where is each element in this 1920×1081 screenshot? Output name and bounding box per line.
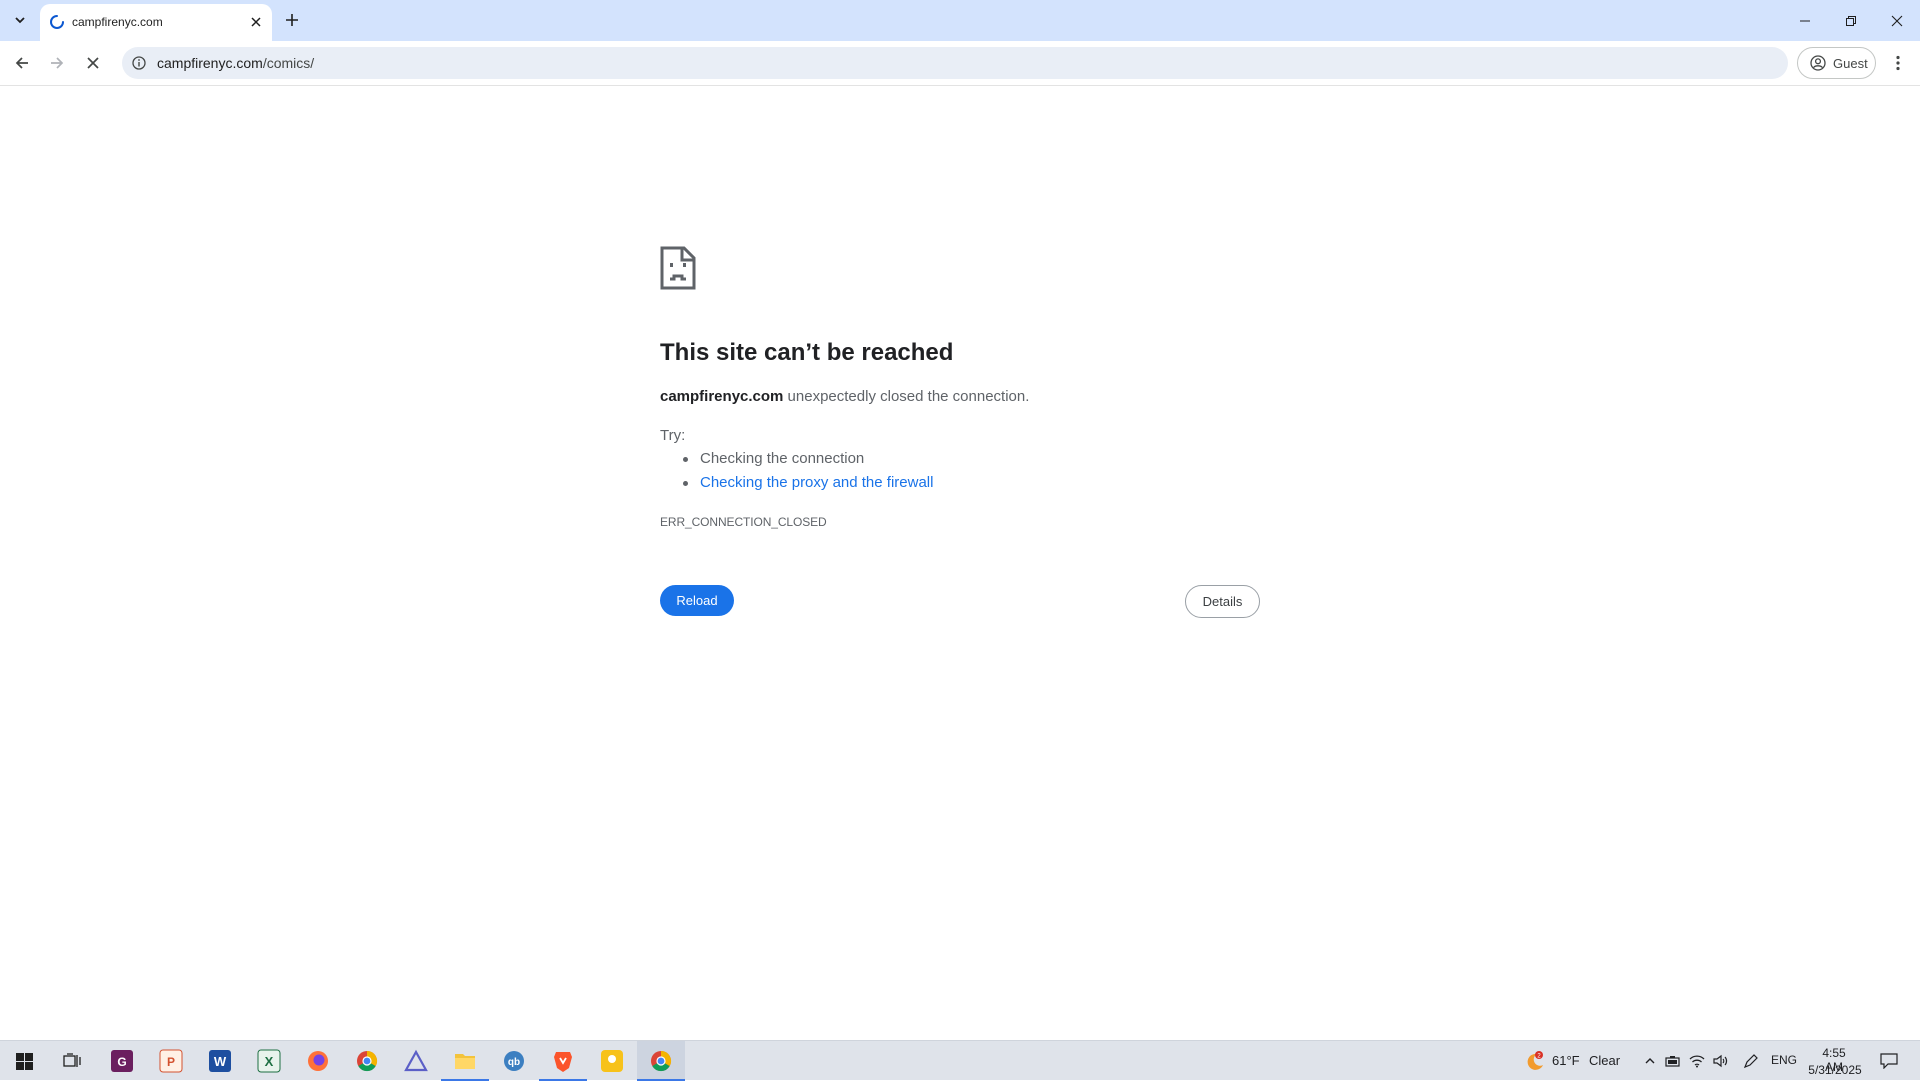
weather-condition[interactable]: Clear (1589, 1053, 1620, 1068)
input-language[interactable]: ENG (1771, 1053, 1797, 1067)
taskbar-qbittorrent[interactable]: qb (490, 1041, 538, 1081)
suggestion-proxy-firewall-link[interactable]: Checking the proxy and the firewall (682, 474, 933, 498)
word-icon: W (209, 1050, 231, 1072)
error-host: campfirenyc.com (660, 388, 784, 405)
suggestion-list: Checking the connection Checking the pro… (682, 450, 933, 498)
speaker-icon (1713, 1054, 1728, 1068)
clock-date[interactable]: 5/31/2025 (1805, 1063, 1865, 1077)
error-summary: campfirenyc.com unexpectedly closed the … (660, 388, 1029, 405)
tab-strip: campfirenyc.com (0, 0, 1920, 41)
player-app-icon (601, 1050, 623, 1072)
info-icon (132, 56, 146, 70)
more-vert-icon (1896, 55, 1900, 71)
taskbar-triangle-app[interactable] (392, 1041, 440, 1081)
qbittorrent-icon: qb (504, 1051, 524, 1071)
error-heading: This site can’t be reached (660, 339, 954, 366)
battery-status[interactable] (1664, 1052, 1682, 1070)
wifi-icon (1689, 1055, 1705, 1068)
browser-menu-button[interactable] (1886, 49, 1910, 77)
notification-icon (1880, 1053, 1898, 1069)
taskbar-file-explorer[interactable] (441, 1041, 489, 1081)
loading-spinner-icon (50, 15, 64, 29)
pen-input[interactable] (1742, 1052, 1760, 1070)
error-summary-text: unexpectedly closed the connection. (783, 388, 1030, 405)
taskbar-firefox[interactable] (294, 1041, 342, 1081)
close-icon (1891, 15, 1903, 26)
plus-icon (286, 14, 298, 26)
taskbar-powerpoint[interactable]: P (147, 1041, 195, 1081)
weather-temp[interactable]: 61°F (1552, 1053, 1580, 1068)
reload-button[interactable]: Reload (660, 585, 734, 616)
error-code: ERR_CONNECTION_CLOSED (660, 515, 827, 529)
firefox-icon (308, 1051, 328, 1071)
windows-logo-icon (15, 1052, 33, 1070)
pen-icon (1743, 1054, 1758, 1069)
taskbar-pdf-app[interactable]: G (98, 1041, 146, 1081)
svg-text:qb: qb (508, 1057, 520, 1068)
network-status[interactable] (1688, 1052, 1706, 1070)
restore-button[interactable] (1828, 0, 1874, 41)
tab-title: campfirenyc.com (72, 15, 163, 29)
show-hidden-icons-button[interactable] (1641, 1052, 1659, 1070)
folder-icon (455, 1054, 475, 1069)
powerpoint-icon: P (159, 1049, 183, 1073)
weather-moon-icon: 2 (1527, 1051, 1543, 1070)
arrow-left-icon (15, 57, 28, 69)
sad-page-icon (660, 246, 696, 290)
tab-search-button[interactable] (6, 7, 34, 33)
taskbar-chrome-active[interactable] (637, 1041, 685, 1081)
excel-icon: X (257, 1049, 281, 1073)
tab-close-button[interactable] (248, 14, 264, 30)
task-view-icon (63, 1053, 81, 1067)
stop-loading-button[interactable] (79, 49, 107, 77)
close-icon (87, 57, 99, 69)
close-window-button[interactable] (1874, 0, 1920, 41)
svg-text:G: G (117, 1055, 126, 1069)
pdf-app-icon: G (111, 1050, 133, 1072)
minimize-button[interactable] (1782, 0, 1828, 41)
chrome-icon (651, 1050, 672, 1072)
action-center-button[interactable] (1878, 1052, 1900, 1070)
details-button[interactable]: Details (1185, 585, 1260, 618)
address-url: campfirenyc.com/comics/ (157, 55, 314, 71)
brave-icon (554, 1052, 572, 1072)
url-domain: campfirenyc.com (157, 55, 263, 71)
svg-text:X: X (265, 1054, 274, 1069)
volume-control[interactable] (1712, 1052, 1730, 1070)
taskbar-brave[interactable] (539, 1041, 587, 1081)
task-view-button[interactable] (48, 1041, 96, 1081)
browser-tab[interactable]: campfirenyc.com (40, 4, 272, 41)
battery-icon (1665, 1056, 1680, 1067)
svg-text:W: W (214, 1054, 227, 1069)
taskbar: G P W X qb 2 61°F Clear ENG 4:55 AM 5/31… (0, 1040, 1920, 1081)
chevron-down-icon (15, 17, 25, 24)
taskbar-word[interactable]: W (196, 1041, 244, 1081)
profile-button[interactable]: Guest (1797, 47, 1876, 79)
back-button[interactable] (8, 49, 36, 77)
url-path: /comics/ (262, 55, 315, 71)
chevron-up-icon (1645, 1058, 1655, 1064)
chrome-icon (357, 1050, 378, 1072)
try-label: Try: (660, 427, 686, 444)
taskbar-chrome[interactable] (343, 1041, 391, 1081)
suggestion-check-connection: Checking the connection (682, 450, 933, 474)
profile-icon (1810, 55, 1826, 71)
svg-text:P: P (167, 1055, 175, 1069)
address-bar[interactable]: campfirenyc.com/comics/ (122, 47, 1788, 79)
start-button[interactable] (0, 1041, 48, 1081)
close-icon (251, 17, 261, 27)
site-info-button[interactable] (130, 54, 148, 72)
arrow-right-icon (51, 57, 64, 69)
weather-widget-icon[interactable]: 2 (1523, 1051, 1545, 1070)
taskbar-excel[interactable]: X (245, 1041, 293, 1081)
browser-toolbar: campfirenyc.com/comics/ Guest (0, 41, 1920, 86)
minimize-icon (1800, 20, 1810, 21)
restore-icon (1846, 15, 1856, 26)
new-tab-button[interactable] (280, 8, 304, 32)
forward-button[interactable] (43, 49, 71, 77)
taskbar-media-player[interactable] (588, 1041, 636, 1081)
profile-label: Guest (1833, 55, 1868, 71)
triangle-app-icon (404, 1049, 428, 1072)
